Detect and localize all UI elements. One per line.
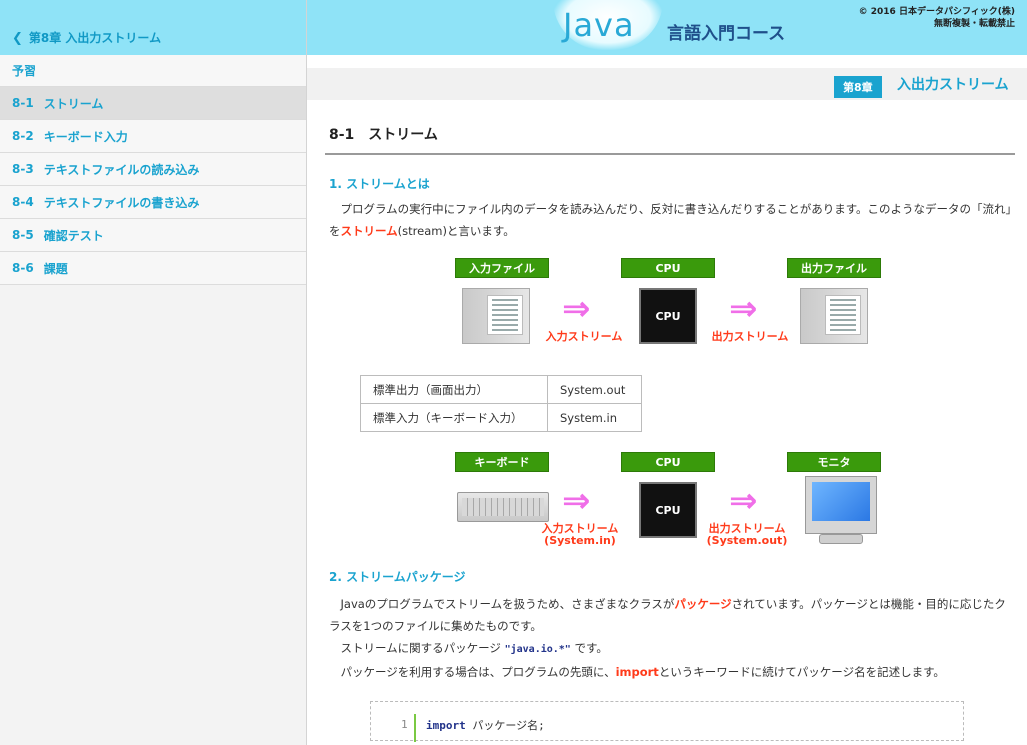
cpu-chip-icon: CPU bbox=[639, 482, 697, 538]
code-gutter-bar bbox=[414, 714, 416, 742]
sidebar-item-num: 8-5 bbox=[12, 228, 34, 242]
label-cpu: CPU bbox=[621, 452, 715, 472]
label-output-stream: 出力ストリーム bbox=[711, 330, 789, 343]
sidebar-item-preview[interactable]: 予習 bbox=[0, 55, 306, 87]
keyboard-icon bbox=[457, 492, 549, 522]
course-logo: Java 言語入門コース bbox=[547, 0, 787, 55]
diagram-file-stream: 入力ファイル CPU 出力ファイル ⇒ 入力ストリーム CPU ⇒ 出力ストリー… bbox=[325, 258, 1015, 363]
chevron-left-icon: ❮ bbox=[12, 31, 23, 46]
sidebar-item-label: 予習 bbox=[12, 64, 37, 78]
copyright-notice: © 2016 日本データパシフィック(株) 無断複製・転載禁止 bbox=[859, 6, 1015, 30]
table-row: 標準入力（キーボード入力） System.in bbox=[360, 403, 642, 432]
sidebar-item-label: テキストファイルの書き込み bbox=[43, 195, 200, 210]
diagram-console-stream: キーボード CPU モニタ ⇒ 入力ストリーム (System.in) CPU … bbox=[325, 452, 1015, 564]
chapter-title: 入出力ストリーム bbox=[897, 77, 1009, 93]
label-input-stream: 入力ストリーム (System.in) bbox=[541, 522, 619, 547]
sidebar-item-write-text-file[interactable]: 8-4 テキストファイルの書き込み bbox=[0, 186, 306, 219]
code-block: 1 import パッケージ名; bbox=[370, 701, 964, 742]
copyright-line-1: © 2016 日本データパシフィック(株) bbox=[858, 7, 1015, 17]
sidebar-item-label: 確認テスト bbox=[43, 228, 104, 243]
sidebar-item-label: 課題 bbox=[43, 261, 68, 276]
arrow-right-icon: ⇒ bbox=[562, 289, 591, 329]
label-input-file: 入力ファイル bbox=[455, 258, 549, 278]
label-keyboard: キーボード bbox=[455, 452, 549, 472]
paragraph-import-usage: パッケージを利用する場合は、プログラムの先頭に、importというキーワードに続… bbox=[340, 665, 945, 679]
arrow-right-icon: ⇒ bbox=[729, 289, 758, 329]
table-row: 標準出力（画面出力） System.out bbox=[360, 375, 642, 404]
chapter-badge: 第8章 bbox=[834, 76, 882, 98]
monitor-stand-icon bbox=[819, 534, 863, 544]
sidebar-item-label: ストリーム bbox=[43, 96, 104, 111]
sidebar-item-num: 8-1 bbox=[12, 96, 34, 110]
label-output-stream: 出力ストリーム (System.out) bbox=[706, 522, 788, 547]
table-cell: 標準出力（画面出力） bbox=[360, 375, 548, 404]
sidebar-item-keyboard-input[interactable]: 8-2 キーボード入力 bbox=[0, 120, 306, 153]
label-cpu: CPU bbox=[621, 258, 715, 278]
label-output-file: 出力ファイル bbox=[787, 258, 881, 278]
sidebar-item-quiz[interactable]: 8-5 確認テスト bbox=[0, 219, 306, 252]
output-file-icon bbox=[800, 288, 868, 344]
sidebar-back-link[interactable]: ❮ 第8章 入出力ストリーム bbox=[0, 0, 306, 55]
stream-table: 標準出力（画面出力） System.out 標準入力（キーボード入力） Syst… bbox=[360, 375, 642, 432]
logo-course-text: 言語入門コース bbox=[667, 24, 786, 44]
sidebar-item-num: 8-3 bbox=[12, 162, 34, 176]
sidebar-back-label: 第8章 入出力ストリーム bbox=[28, 31, 162, 45]
input-file-icon bbox=[462, 288, 530, 344]
cpu-chip-icon: CPU bbox=[639, 288, 697, 344]
code-line-number: 1 bbox=[401, 718, 408, 731]
main-content: 8-1 ストリーム 1. ストリームとは プログラムの実行中にファイル内のデータ… bbox=[325, 118, 1015, 742]
header-bar: Java 言語入門コース © 2016 日本データパシフィック(株) 無断複製・… bbox=[307, 0, 1027, 55]
sidebar-item-label: テキストファイルの読み込み bbox=[43, 162, 200, 177]
table-cell: System.in bbox=[547, 403, 642, 432]
sidebar-item-read-text-file[interactable]: 8-3 テキストファイルの読み込み bbox=[0, 153, 306, 186]
sidebar-item-stream[interactable]: 8-1 ストリーム bbox=[0, 87, 306, 120]
logo-java-text: Java bbox=[563, 6, 635, 44]
label-input-stream: 入力ストリーム bbox=[545, 330, 623, 343]
chapter-strip: 第8章 入出力ストリーム bbox=[307, 68, 1027, 100]
label-monitor: モニタ bbox=[787, 452, 881, 472]
copyright-line-2: 無断複製・転載禁止 bbox=[933, 19, 1015, 29]
page-title: 8-1 ストリーム bbox=[325, 118, 1015, 155]
sidebar-item-label: キーボード入力 bbox=[43, 129, 128, 144]
paragraph-stream-package: ストリームに関するパッケージ "java.io.*" です。 bbox=[340, 641, 608, 655]
arrow-right-icon: ⇒ bbox=[729, 481, 758, 521]
sidebar-item-num: 8-4 bbox=[12, 195, 34, 209]
table-cell: 標準入力（キーボード入力） bbox=[360, 403, 548, 432]
heading-stream-package: 2. ストリームパッケージ bbox=[329, 570, 466, 584]
sidebar-item-assignment[interactable]: 8-6 課題 bbox=[0, 252, 306, 285]
code-line: import パッケージ名; bbox=[426, 719, 545, 732]
sidebar-item-num: 8-2 bbox=[12, 129, 34, 143]
paragraph-package-intro: Javaのプログラムでストリームを扱うため、さまざまなクラスがパッケージされてい… bbox=[329, 597, 1006, 633]
sidebar-item-num: 8-6 bbox=[12, 261, 34, 275]
heading-what-is-stream: 1. ストリームとは bbox=[329, 177, 430, 191]
arrow-right-icon: ⇒ bbox=[562, 481, 591, 521]
paragraph-stream-intro: プログラムの実行中にファイル内のデータを読み込んだり、反対に書き込んだりすること… bbox=[329, 202, 1012, 238]
monitor-icon bbox=[805, 476, 877, 534]
table-cell: System.out bbox=[547, 375, 642, 404]
sidebar: ❮ 第8章 入出力ストリーム 予習 8-1 ストリーム 8-2 キーボード入力 … bbox=[0, 0, 307, 745]
